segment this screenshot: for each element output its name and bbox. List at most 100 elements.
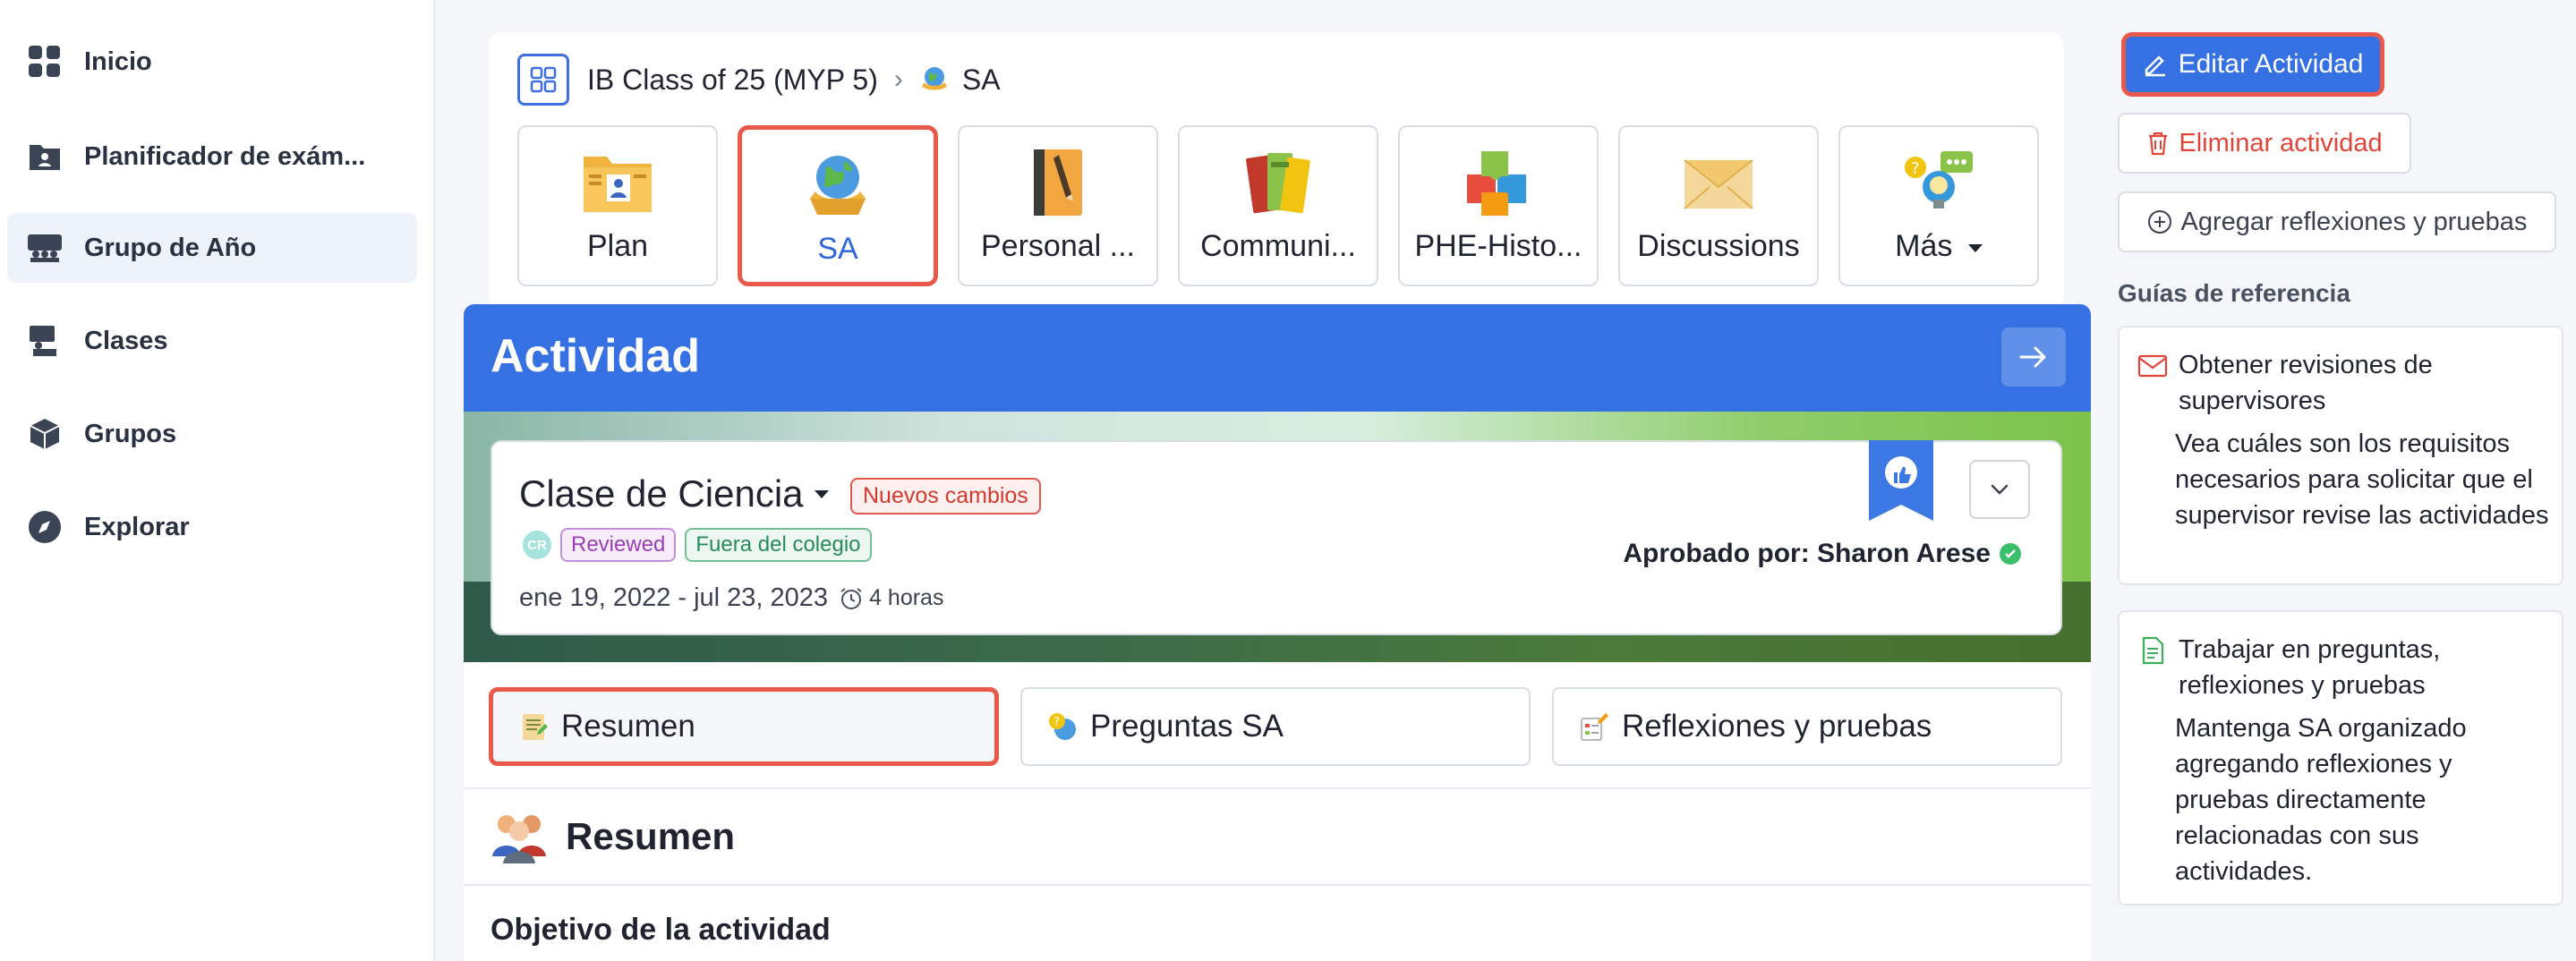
activity-tags: CR Reviewed Fuera del colegio [523,528,872,562]
sidebar: Inicio Planificador de exám... Grupo de … [0,0,435,961]
mail-icon [2137,351,2168,381]
pencil-icon [2145,55,2165,77]
tab-label: Communi... [1200,229,1356,263]
activity-subtabs: Resumen ? Preguntas SA Reflexiones y pru… [464,662,2091,787]
activity-header: Actividad [464,304,2091,412]
delete-activity-button[interactable]: Eliminar actividad [2118,113,2411,174]
sidebar-item-label: Clases [84,326,168,355]
subtab-reflexiones[interactable]: Reflexiones y pruebas [1552,687,2062,766]
check-circle-icon [2000,543,2021,565]
trash-icon [2149,132,2168,156]
sidebar-item-grupos[interactable]: Grupos [7,399,417,469]
sidebar-item-label: Grupo de Año [84,233,257,262]
sidebar-item-label: Inicio [84,47,152,76]
subtab-resumen[interactable]: Resumen [489,687,999,766]
alarm-clock-icon [840,587,862,609]
sidebar-item-explorar[interactable]: Explorar [7,492,417,562]
add-reflections-button[interactable]: Agregar reflexiones y pruebas [2118,191,2556,252]
tab-bar: Plan SA Personal ... Communi... PHE-Hist… [517,125,2039,286]
sidebar-item-planificador[interactable]: Planificador de exám... [7,122,417,191]
sidebar-item-label: Explorar [84,512,190,541]
people-group-icon [490,810,550,863]
guide-heading: Trabajar en preguntas, reflexiones y prue… [2137,632,2440,703]
tab-phe-historia[interactable]: PHE-Histo... [1398,125,1599,286]
thumbs-up-ribbon-icon [1869,440,1933,521]
chevron-right-icon: › [893,64,903,94]
tab-label: PHE-Histo... [1414,229,1582,263]
tab-label: Más [1895,229,1983,264]
caret-down-icon [1967,243,1983,252]
sidebar-item-grupo-de-ano[interactable]: Grupo de Año [7,213,417,283]
edit-activity-label: Editar Actividad [2178,49,2364,79]
apps-grid-icon[interactable] [517,54,569,106]
tab-label: SA [817,232,858,266]
sidebar-item-label: Grupos [84,419,177,448]
arrow-right-icon[interactable] [2001,327,2066,387]
caret-down-icon [814,489,829,498]
notebook-icon [1020,147,1096,218]
approved-by: Aprobado por: Sharon Arese [1623,539,2021,569]
reference-guides-title: Guías de referencia [2118,279,2350,307]
edit-activity-button[interactable]: Editar Actividad [2121,32,2384,97]
avatar: CR [523,531,551,559]
compass-icon [27,509,63,545]
activity-card: Clase de Ciencia Nuevos cambios CR Revie… [490,440,2062,635]
activity-header-title: Actividad [490,330,701,382]
folder-plan-icon [580,147,655,218]
location-tag: Fuera del colegio [685,528,872,562]
tab-mas[interactable]: ? Más [1838,125,2039,286]
breadcrumb-current: SA [961,63,1001,96]
document-icon [2137,635,2168,666]
grid-icon [27,44,63,80]
class-header-card: IB Class of 25 (MYP 5) › SA Plan SA Pers… [489,32,2064,310]
envelope-icon [1681,147,1756,218]
guide-questions-reflections[interactable]: Trabajar en preguntas, reflexiones y prue… [2118,610,2563,906]
lectern-icon [27,323,63,359]
subtab-preguntas-sa[interactable]: ? Preguntas SA [1020,687,1531,766]
tab-personal[interactable]: Personal ... [958,125,1158,286]
sidebar-item-inicio[interactable]: Inicio [7,27,417,97]
reviewed-tag: Reviewed [560,528,677,562]
guide-heading: Obtener revisiones de supervisores [2137,347,2433,419]
notepad-icon [518,711,549,742]
tab-plan[interactable]: Plan [517,125,718,286]
sidebar-item-label: Planificador de exám... [84,141,366,171]
activity-title[interactable]: Clase de Ciencia [519,472,829,515]
breadcrumb-class[interactable]: IB Class of 25 (MYP 5) [587,64,878,97]
add-reflections-label: Agregar reflexiones y pruebas [2180,207,2528,236]
date-range: ene 19, 2022 - jul 23, 2023 [519,583,829,612]
guide-supervisor-reviews[interactable]: Obtener revisiones de supervisores Vea cu… [2118,326,2563,585]
puzzle-icon [1461,147,1536,218]
changes-badge: Nuevos cambios [850,478,1041,515]
objective-title: Objetivo de la actividad [490,913,831,947]
tab-discussions[interactable]: Discussions [1618,125,1819,286]
books-icon [1241,147,1316,218]
guide-body: Mantenga SA organizado agregando reflexi… [2175,714,2467,886]
activity-dates: ene 19, 2022 - jul 23, 2023 4 horas [519,583,943,613]
globe-hands-icon [919,64,950,95]
activity-dropdown-button[interactable] [1969,460,2030,519]
svg-text:?: ? [1911,159,1920,178]
cube-icon [27,416,63,452]
tab-sa[interactable]: SA [738,125,938,286]
subtab-label: Resumen [561,709,695,744]
globe-hands-icon [800,149,875,221]
guide-body: Vea cuáles son los requisitos necesarios… [2175,429,2549,530]
summary-section-header: Resumen [464,787,2091,886]
sidebar-item-clases[interactable]: Clases [7,306,417,376]
tab-communi[interactable]: Communi... [1178,125,1378,286]
group-icon [27,230,63,266]
svg-text:?: ? [1053,716,1060,729]
question-globe-icon: ? [1047,711,1078,742]
tab-label: Discussions [1637,229,1800,263]
folder-user-icon [27,139,63,174]
subtab-label: Reflexiones y pruebas [1622,709,1932,744]
plus-circle-icon [2147,210,2171,234]
subtab-label: Preguntas SA [1090,709,1284,744]
chevron-down-icon [1991,484,2009,495]
objective-section: Objetivo de la actividad [464,886,2091,961]
tab-label: Personal ... [981,229,1135,263]
breadcrumb: IB Class of 25 (MYP 5) › SA [517,54,1001,106]
checklist-pencil-icon [1579,711,1609,742]
delete-activity-label: Eliminar actividad [2179,128,2383,157]
